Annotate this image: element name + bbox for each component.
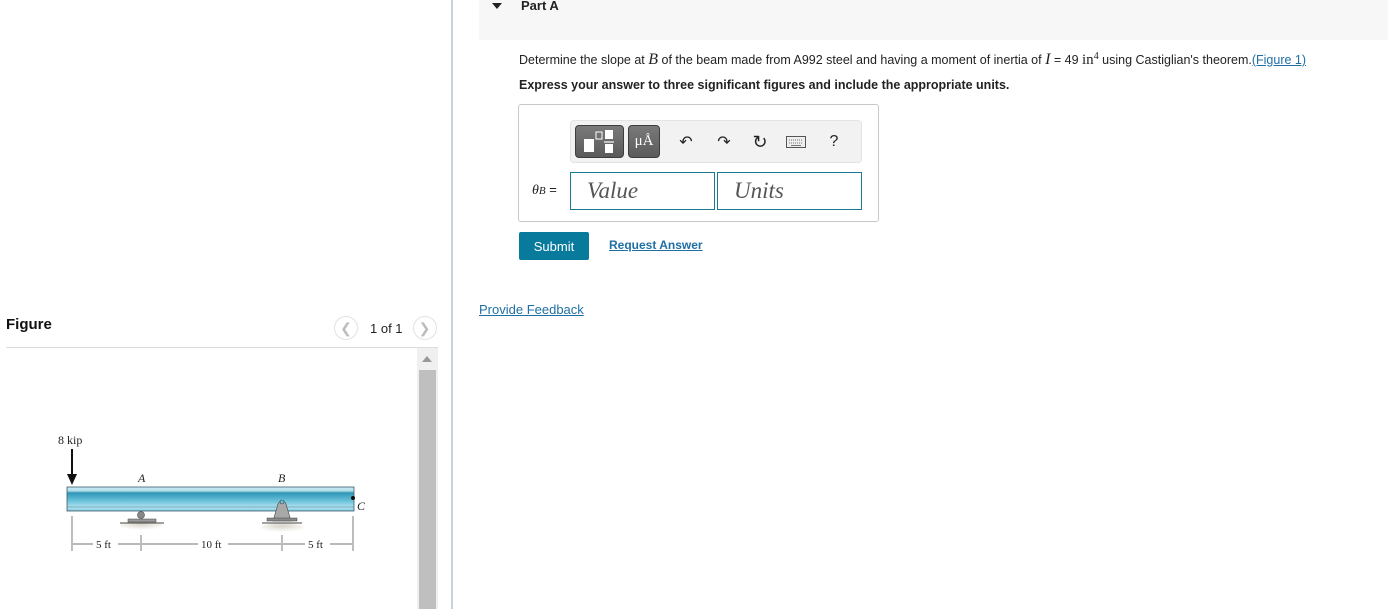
math-toolbar: μÅ ↶ ↷ ↻ ? <box>570 120 862 163</box>
theta-symbol: θ <box>532 183 539 198</box>
units-input[interactable]: Units <box>717 172 862 210</box>
point-c <box>351 496 355 500</box>
support-b-label: B <box>278 471 286 485</box>
help-button[interactable]: ? <box>823 131 845 153</box>
part-a-header[interactable]: Part A <box>479 0 1388 40</box>
answer-box: μÅ ↶ ↷ ↻ ? θB = Value Units <box>518 104 879 222</box>
figure-count: 1 of 1 <box>370 320 403 336</box>
figure-pagination: ❮ 1 of 1 ❯ <box>334 316 437 340</box>
dimension-label: 5 ft <box>96 539 111 551</box>
question-suffix: using Castiglian's theorem. <box>1098 53 1252 68</box>
support-a-label: A <box>137 471 146 485</box>
caret-down-icon[interactable] <box>492 3 502 9</box>
next-figure-button[interactable]: ❯ <box>412 316 437 340</box>
scrollbar-thumb[interactable] <box>419 370 436 609</box>
roller-support-a <box>119 511 164 531</box>
units-button[interactable]: μÅ <box>628 125 660 158</box>
point-c-label: C <box>357 499 366 513</box>
question-text: Determine the slope at B of the beam mad… <box>519 51 1306 69</box>
instruction-text: Express your answer to three significant… <box>519 78 1010 92</box>
beam <box>66 486 355 512</box>
chevron-right-icon: ❯ <box>418 319 431 336</box>
templates-icon <box>584 130 614 153</box>
beam-diagram: 8 kip A B C 5 ft 10 ft 5 ft <box>58 433 366 551</box>
panel-divider <box>451 0 453 609</box>
question-equals: = 49 <box>1050 53 1083 68</box>
figure-title: Figure <box>6 316 52 333</box>
submit-button[interactable]: Submit <box>519 232 589 260</box>
theta-subscript: B <box>538 185 546 197</box>
load-label: 8 kip <box>58 433 82 447</box>
question-prefix: Determine the slope at <box>519 53 649 68</box>
figure-scrollbar[interactable] <box>417 348 438 609</box>
scroll-up-arrow-icon[interactable] <box>422 356 432 362</box>
undo-icon[interactable]: ↶ <box>675 131 697 153</box>
unit-in: in <box>1082 52 1094 69</box>
redo-icon[interactable]: ↷ <box>713 131 735 153</box>
answer-label: θB = <box>532 182 557 199</box>
dimension-label: 10 ft <box>201 539 221 551</box>
figure-divider <box>6 347 438 348</box>
load-arrow <box>67 449 77 485</box>
request-answer-link[interactable]: Request Answer <box>609 238 703 252</box>
question-middle: of the beam made from A992 steel and hav… <box>658 53 1046 68</box>
chevron-left-icon: ❮ <box>340 319 352 336</box>
dimension-label: 5 ft <box>308 539 323 551</box>
value-input[interactable]: Value <box>570 172 715 210</box>
page: Figure ❮ 1 of 1 ❯ 8 kip A B C 5 ft 10 ft… <box>0 0 1388 609</box>
reset-icon[interactable]: ↻ <box>749 131 771 153</box>
equals-sign: = <box>545 182 557 197</box>
templates-button[interactable] <box>575 125 624 158</box>
part-title: Part A <box>521 0 559 13</box>
var-b: B <box>648 51 659 69</box>
keyboard-icon[interactable] <box>785 131 807 153</box>
figure-link[interactable]: (Figure 1) <box>1252 53 1306 67</box>
figure-panel: Figure ❮ 1 of 1 ❯ 8 kip A B C 5 ft 10 ft… <box>0 0 452 609</box>
prev-figure-button[interactable]: ❮ <box>334 316 358 340</box>
provide-feedback-link[interactable]: Provide Feedback <box>479 302 584 317</box>
